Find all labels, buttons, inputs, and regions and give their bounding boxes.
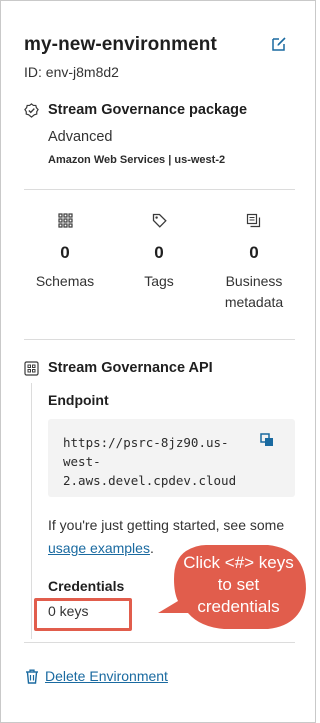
help-text-prefix: If you're just getting started, see some [48,517,285,533]
business-metadata-icon [246,213,261,228]
tags-count: 0 [154,243,164,262]
endpoint-code-box: https://psrc-8jz90.us- west- 2.aws.devel… [48,419,295,497]
api-section-title: Stream Governance API [48,360,213,376]
schemas-count: 0 [60,243,70,262]
tags-label: Tags [144,273,174,289]
edit-icon[interactable] [271,36,287,52]
help-text-suffix: . [149,540,154,556]
business-metadata-label: Business metadata [224,273,284,310]
copy-icon[interactable] [260,433,274,447]
section-guide-line [31,383,32,639]
schemas-label: Schemas [35,273,95,289]
keys-highlight-box [34,598,132,631]
cloud-region: Amazon Web Services | us-west-2 [48,154,226,166]
environment-name: my-new-environment [24,34,217,55]
tag-icon [152,213,167,228]
divider [24,339,295,340]
endpoint-url[interactable]: https://psrc-8jz90.us- west- 2.aws.devel… [63,433,263,490]
credentials-label: Credentials [48,578,125,594]
divider [24,642,295,643]
callout-text: Click <#> keys to set credentials [183,553,294,616]
environment-panel: my-new-environment ID: env-j8m8d2 Stream… [0,0,316,723]
divider [24,189,295,190]
delete-environment-link[interactable]: Delete Environment [45,668,168,684]
usage-examples-link[interactable]: usage examples [48,540,150,556]
business-metadata-count: 0 [249,243,259,262]
endpoint-label: Endpoint [48,392,109,408]
api-icon [24,361,39,376]
package-level: Advanced [48,129,113,145]
environment-id: ID: env-j8m8d2 [24,64,119,80]
trash-icon[interactable] [25,669,39,684]
schemas-grid-icon [58,213,73,228]
package-title: Stream Governance package [48,102,248,118]
verified-badge-icon [24,103,39,118]
